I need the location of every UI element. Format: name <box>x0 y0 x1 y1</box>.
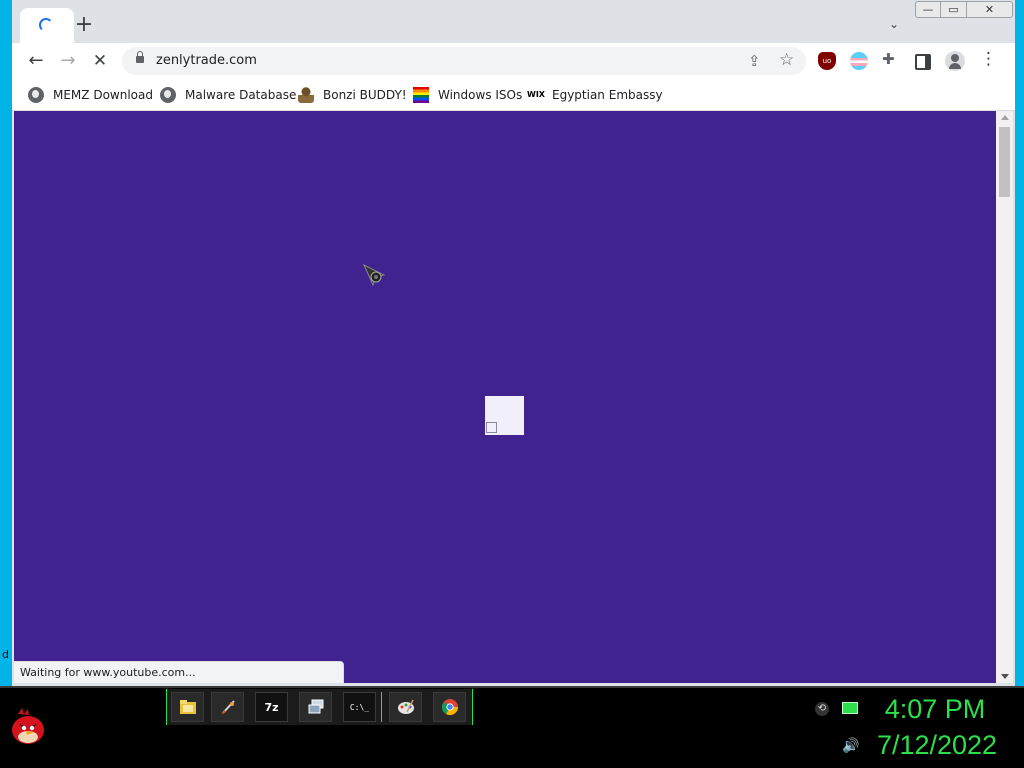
quick-launch-separator <box>381 692 382 722</box>
page-content[interactable] <box>14 111 996 683</box>
browser-menu-icon[interactable]: ⋮ <box>980 49 997 69</box>
volume-icon[interactable]: 🔊 <box>842 738 859 754</box>
taskbar: 7z C:\_ ⟲ 🔊 4:07 PM 7/12/2022 <box>0 686 1024 768</box>
share-icon[interactable]: ⇪ <box>748 52 761 70</box>
stop-loading-button[interactable]: ✕ <box>86 48 114 74</box>
bookmark-windows-isos[interactable]: Windows ISOs <box>413 84 522 106</box>
tray-update-icon[interactable]: ⟲ <box>815 702 829 716</box>
taskbar-border <box>0 686 1024 688</box>
paint-brush-icon[interactable] <box>211 692 244 722</box>
paint-palette-icon[interactable] <box>389 692 422 722</box>
scroll-up-arrow-icon[interactable] <box>1001 115 1009 120</box>
bookmark-label: MEMZ Download <box>53 88 153 102</box>
new-tab-button[interactable]: + <box>74 14 94 36</box>
status-bubble: Waiting for www.youtube.com... <box>14 661 344 683</box>
minimize-button[interactable]: — <box>915 1 941 18</box>
globe-icon <box>28 87 44 103</box>
extensions-puzzle-icon[interactable]: ✚ <box>882 50 900 68</box>
lock-icon[interactable] <box>136 51 144 63</box>
ublock-origin-extension-icon[interactable]: uo <box>818 52 836 70</box>
forward-button[interactable]: → <box>54 48 82 74</box>
wix-icon: WIX <box>527 90 545 99</box>
chrome-icon[interactable] <box>433 692 466 722</box>
page-placeholder-block <box>485 396 524 435</box>
tab-strip: + ⌄ — ▭ ✕ <box>12 0 1015 43</box>
broken-image-icon <box>486 422 497 433</box>
scrollbar-thumb[interactable] <box>999 127 1010 197</box>
active-tab[interactable] <box>20 8 74 43</box>
bookmark-star-icon[interactable]: ☆ <box>779 50 794 70</box>
start-button-angry-bird-icon[interactable] <box>10 706 46 746</box>
side-panel-icon[interactable] <box>915 54 931 70</box>
tray-network-monitor-icon[interactable] <box>842 702 858 714</box>
cursor-with-camera-icon <box>362 263 386 287</box>
vertical-scrollbar[interactable] <box>996 111 1013 683</box>
scroll-down-arrow-icon[interactable] <box>1001 674 1009 679</box>
command-prompt-icon[interactable]: C:\_ <box>343 692 376 722</box>
loading-spinner-icon <box>39 18 53 32</box>
bookmark-label: Bonzi BUDDY! <box>323 88 407 102</box>
desktop-edge-text: d <box>2 648 9 661</box>
tab-search-chevron-icon[interactable]: ⌄ <box>884 14 904 34</box>
bookmarks-bar: MEMZ Download Malware Database Bonzi BUD… <box>12 80 1015 111</box>
remote-desktop-icon[interactable] <box>299 692 332 722</box>
bonzi-icon <box>298 87 314 103</box>
globe-icon <box>160 87 176 103</box>
seven-zip-icon[interactable]: 7z <box>255 692 288 722</box>
bookmark-label: Egyptian Embassy <box>552 88 663 102</box>
maximize-button[interactable]: ▭ <box>941 1 967 18</box>
clock-time[interactable]: 4:07 PM <box>870 692 1000 726</box>
rainbow-flag-icon <box>413 87 429 103</box>
back-button[interactable]: ← <box>22 48 50 74</box>
trans-flag-extension-icon[interactable] <box>850 52 868 70</box>
bookmark-label: Malware Database <box>185 88 297 102</box>
url-text[interactable]: zenlytrade.com <box>156 47 257 75</box>
bookmark-egyptian-embassy[interactable]: WIX Egyptian Embassy <box>527 84 663 106</box>
browser-window: + ⌄ — ▭ ✕ ← → ✕ zenlytrade.com ⇪ ☆ uo ✚ … <box>12 0 1015 686</box>
bookmark-label: Windows ISOs <box>438 88 523 102</box>
quick-launch-bar: 7z C:\_ <box>166 689 473 725</box>
address-bar[interactable]: zenlytrade.com ⇪ ☆ <box>122 47 806 75</box>
bookmark-bonzi-buddy[interactable]: Bonzi BUDDY! <box>298 84 407 106</box>
bookmark-memz-download[interactable]: MEMZ Download <box>28 84 153 106</box>
browser-toolbar: ← → ✕ zenlytrade.com ⇪ ☆ uo ✚ ⋮ <box>12 43 1015 80</box>
file-explorer-icon[interactable] <box>171 692 204 722</box>
profile-avatar-icon[interactable] <box>945 51 965 71</box>
bookmark-malware-database[interactable]: Malware Database <box>160 84 296 106</box>
close-window-button[interactable]: ✕ <box>967 1 1013 18</box>
clock-date[interactable]: 7/12/2022 <box>864 728 1010 762</box>
